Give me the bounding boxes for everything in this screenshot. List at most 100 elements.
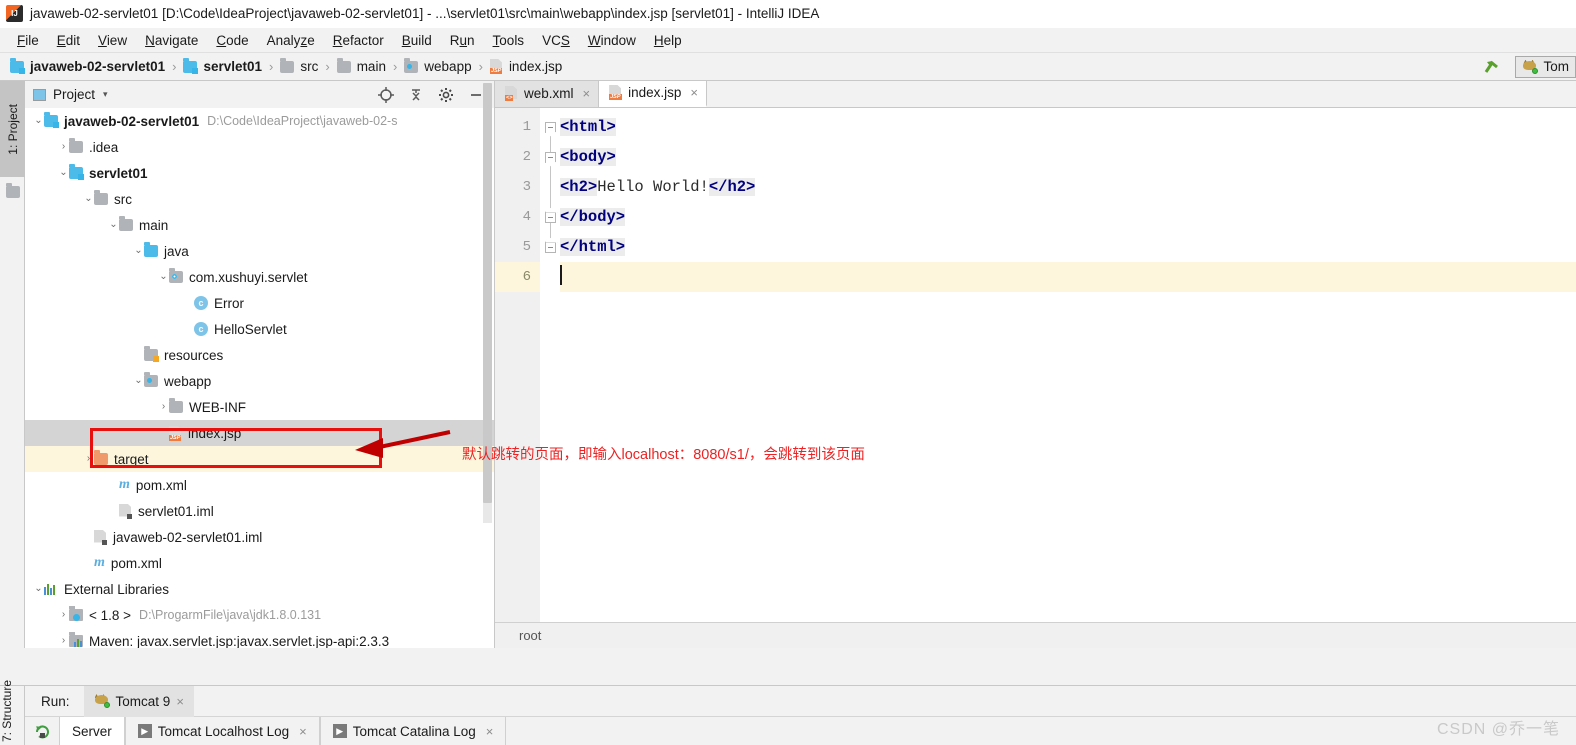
minimize-icon[interactable]	[468, 87, 484, 103]
code-line[interactable]: </html>	[560, 232, 1576, 262]
tree-row-servlet01[interactable]: ⌄ servlet01	[25, 160, 494, 186]
tree-row-maven-javax-servlet-jsp-javax-servlet-jsp-api-2-3-3[interactable]: › Maven: javax.servlet.jsp:javax.servlet.…	[25, 628, 494, 648]
folder-icon	[69, 138, 83, 153]
chevron-down-icon[interactable]: ▾	[103, 89, 108, 100]
menu-tools[interactable]: Tools	[484, 31, 534, 50]
menu-navigate[interactable]: Navigate	[136, 31, 207, 50]
chevron-down-icon[interactable]: ⌄	[158, 272, 169, 282]
tree-row-src[interactable]: ⌄ src	[25, 186, 494, 212]
tree-row-external-libraries[interactable]: ⌄ External Libraries	[25, 576, 494, 602]
chevron-down-icon[interactable]: ⌄	[133, 376, 144, 386]
chevron-right-icon[interactable]: ›	[158, 402, 169, 412]
menu-run[interactable]: Run	[441, 31, 484, 50]
chevron-right-icon[interactable]: ›	[58, 142, 69, 152]
menu-analyze[interactable]: Analyze	[258, 31, 324, 50]
tree-row-web-inf[interactable]: › WEB-INF	[25, 394, 494, 420]
chevron-down-icon[interactable]: ⌄	[58, 168, 69, 178]
project-tree[interactable]: ⌄ javaweb-02-servlet01 D:\Code\IdeaProject…	[25, 108, 494, 648]
close-icon[interactable]: ×	[176, 694, 184, 709]
build-hammer-icon[interactable]	[1481, 56, 1503, 78]
code-line[interactable]: </body>	[560, 202, 1576, 232]
source-code[interactable]: <html> <body> <h2>Hello World!</h2> </body>…	[560, 108, 1576, 622]
rerun-icon[interactable]	[25, 723, 59, 740]
tree-row-error[interactable]: c Error	[25, 290, 494, 316]
collapse-all-icon[interactable]	[408, 87, 424, 103]
locate-icon[interactable]	[378, 86, 394, 103]
tree-row-helloservlet[interactable]: c HelloServlet	[25, 316, 494, 342]
chevron-right-icon[interactable]: ›	[83, 454, 94, 464]
tree-row-icon	[119, 216, 133, 231]
rail-tab-structure-label[interactable]: 7: Structure	[0, 680, 19, 742]
tree-row-com-xushuyi-servlet[interactable]: ⌄ com.xushuyi.servlet	[25, 264, 494, 290]
fold-toggle-icon[interactable]	[540, 112, 560, 142]
chevron-down-icon[interactable]: ⌄	[33, 584, 44, 594]
close-icon[interactable]: ×	[486, 724, 494, 739]
tree-row-index-jsp[interactable]: JSP index.jsp	[25, 420, 494, 446]
fold-toggle-icon[interactable]	[540, 142, 560, 172]
breadcrumb-label: webapp	[424, 59, 472, 74]
tree-row-path: D:\Code\IdeaProject\javaweb-02-s	[207, 114, 398, 128]
close-icon[interactable]: ×	[299, 724, 307, 739]
rail-tab-project[interactable]: 1: Project	[0, 81, 25, 177]
menu-refactor[interactable]: Refactor	[324, 31, 393, 50]
chevron-down-icon[interactable]: ⌄	[108, 220, 119, 230]
editor-tab-index-jsp[interactable]: JSP index.jsp ×	[599, 81, 707, 107]
breadcrumb-item-javaweb-02-servlet01[interactable]: javaweb-02-servlet01	[10, 57, 165, 74]
menu-build[interactable]: Build	[393, 31, 441, 50]
chevron-down-icon[interactable]: ⌄	[133, 246, 144, 256]
tree-row-javaweb-02-servlet01-iml[interactable]: javaweb-02-servlet01.iml	[25, 524, 494, 550]
close-icon[interactable]: ×	[690, 85, 698, 100]
tree-row-1-8[interactable]: › < 1.8 > D:\ProgarmFile\java\jdk1.8.0.131	[25, 602, 494, 628]
tree-row-servlet01-iml[interactable]: servlet01.iml	[25, 498, 494, 524]
breadcrumb-item-index-jsp[interactable]: JSP index.jsp	[489, 59, 562, 74]
log-tab-tomcat-localhost-log[interactable]: ▶ Tomcat Localhost Log ×	[124, 717, 320, 745]
tree-row-javaweb-02-servlet01[interactable]: ⌄ javaweb-02-servlet01 D:\Code\IdeaProject…	[25, 108, 494, 134]
breadcrumb-separator: ›	[172, 59, 177, 74]
breadcrumb-item-webapp[interactable]: webapp	[404, 57, 472, 74]
code-line[interactable]	[560, 262, 1576, 292]
log-tab-tomcat-catalina-log[interactable]: ▶ Tomcat Catalina Log ×	[319, 717, 507, 745]
tree-row-main[interactable]: ⌄ main	[25, 212, 494, 238]
folder-icon	[336, 57, 351, 73]
code-line[interactable]: <body>	[560, 142, 1576, 172]
code-area[interactable]: 1 2 3 4 5 6 <html> <body> <h2>Hello World!</h2>…	[495, 108, 1576, 622]
tree-row-label: .idea	[89, 139, 119, 155]
tree-row-idea[interactable]: › .idea	[25, 134, 494, 160]
chevron-down-icon[interactable]: ⌄	[33, 116, 44, 126]
editor-tab-web-xml[interactable]: <> web.xml ×	[495, 81, 600, 107]
settings-gear-icon[interactable]	[438, 87, 454, 103]
menu-vcs[interactable]: VCS	[533, 31, 579, 50]
log-tab-server[interactable]: Server	[59, 717, 125, 745]
breadcrumb-item-servlet01[interactable]: servlet01	[183, 57, 262, 74]
code-line[interactable]: <html>	[560, 112, 1576, 142]
run-config-tab-label: Tomcat 9	[115, 693, 171, 709]
menu-window[interactable]: Window	[579, 31, 645, 50]
fold-toggle-icon[interactable]	[540, 202, 560, 232]
tree-row-pom-xml[interactable]: m pom.xml	[25, 550, 494, 576]
tree-row-pom-xml[interactable]: m pom.xml	[25, 472, 494, 498]
menu-help[interactable]: Help	[645, 31, 691, 50]
code-line[interactable]: <h2>Hello World!</h2>	[560, 172, 1576, 202]
tree-row-target[interactable]: › target	[25, 446, 494, 472]
tree-row-webapp[interactable]: ⌄ webapp	[25, 368, 494, 394]
run-config-tab-tomcat-9[interactable]: Tomcat 9 ×	[83, 685, 194, 717]
project-scrollbar[interactable]	[483, 83, 492, 523]
fold-toggle-icon[interactable]	[540, 232, 560, 262]
folder-icon[interactable]	[6, 183, 20, 198]
run-configuration-selector[interactable]: Tom	[1515, 55, 1576, 78]
tree-row-icon	[144, 372, 158, 387]
chevron-right-icon[interactable]: ›	[58, 610, 69, 620]
chevron-down-icon[interactable]: ⌄	[83, 194, 94, 204]
tree-row-icon	[94, 450, 108, 465]
chevron-right-icon[interactable]: ›	[58, 636, 69, 646]
menu-file[interactable]: File	[8, 31, 48, 50]
close-icon[interactable]: ×	[583, 86, 591, 101]
breadcrumb-item-main[interactable]: main	[336, 57, 386, 74]
menu-edit[interactable]: Edit	[48, 31, 89, 50]
menu-code[interactable]: Code	[207, 31, 257, 50]
breadcrumb-item-src[interactable]: src	[280, 57, 318, 74]
menu-view[interactable]: View	[89, 31, 136, 50]
tree-row-resources[interactable]: resources	[25, 342, 494, 368]
fold-gutter[interactable]	[540, 108, 560, 622]
tree-row-java[interactable]: ⌄ java	[25, 238, 494, 264]
